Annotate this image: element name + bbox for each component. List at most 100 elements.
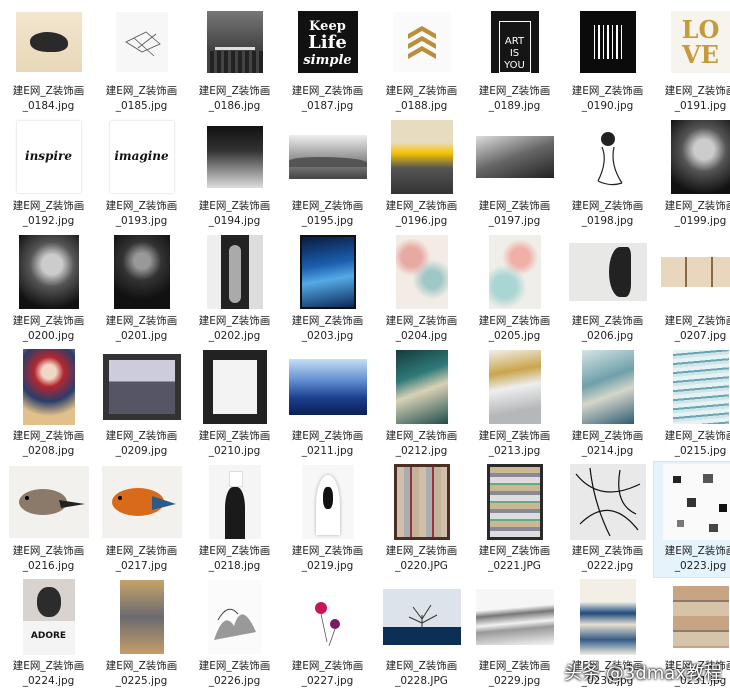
file-name-line2: _0229.jpg	[488, 675, 541, 687]
file-item[interactable]: 建E网_Z装饰画 _0204.jpg	[375, 232, 468, 347]
image-thumbnail[interactable]	[206, 235, 263, 309]
file-item[interactable]: 建E网_Z装饰画 _0212.jpg	[375, 347, 468, 462]
image-thumbnail[interactable]	[660, 257, 730, 287]
image-thumbnail[interactable]	[102, 354, 181, 420]
file-item[interactable]: 建E网_Z装饰画 _0222.jpg	[561, 462, 654, 577]
file-item[interactable]: 建E网_Z装饰画 _0197.jpg	[468, 117, 561, 232]
image-thumbnail[interactable]	[15, 12, 82, 72]
file-item[interactable]: 建E网_Z装饰画 _0225.jpg	[95, 577, 188, 689]
image-thumbnail[interactable]	[390, 120, 453, 194]
image-thumbnail[interactable]	[672, 350, 729, 424]
file-item[interactable]: 建E网_Z装饰画 _0215.jpg	[654, 347, 730, 462]
file-item[interactable]: 建E网_Z装饰画 _0217.jpg	[95, 462, 188, 577]
file-item[interactable]: 建E网_Z装饰画 _0190.jpg	[561, 2, 654, 117]
image-thumbnail[interactable]: LO VE	[670, 11, 730, 73]
file-item[interactable]: ART IS YOU 建E网_Z装饰画 _0189.jpg	[468, 2, 561, 117]
image-thumbnail[interactable]	[300, 580, 355, 654]
file-item[interactable]: 建E网_Z装饰画 _0214.jpg	[561, 347, 654, 462]
file-item[interactable]: 建E网_Z装饰画 _0230.jpg	[561, 577, 654, 689]
image-thumbnail[interactable]	[569, 464, 646, 540]
file-item[interactable]: 建E网_Z装饰画 _0207.jpg	[654, 232, 730, 347]
file-item[interactable]: 建E网_Z装饰画 _0208.jpg	[2, 347, 95, 462]
file-name-line2: _0228.JPG	[395, 675, 448, 687]
file-item[interactable]: 建E网_Z装饰画 _0202.jpg	[188, 232, 281, 347]
file-item[interactable]: 建E网_Z装饰画 _0186.jpg	[188, 2, 281, 117]
image-thumbnail[interactable]	[486, 464, 543, 540]
file-item[interactable]: 建E网_Z装饰画 _0227.jpg	[281, 577, 374, 689]
file-item[interactable]: 建E网_Z装饰画 _0218.jpg	[188, 462, 281, 577]
image-thumbnail[interactable]	[101, 466, 182, 538]
file-item[interactable]: 建E网_Z装饰画 _0211.jpg	[281, 347, 374, 462]
file-item[interactable]: 建E网_Z装饰画 _0194.jpg	[188, 117, 281, 232]
image-thumbnail[interactable]	[579, 11, 636, 73]
file-item[interactable]: 建E网_Z装饰画 _0209.jpg	[95, 347, 188, 462]
image-thumbnail[interactable]	[113, 235, 170, 309]
image-thumbnail[interactable]	[670, 120, 730, 194]
file-item[interactable]: Keep Life simple 建E网_Z装饰画 _0187.jpg	[281, 2, 374, 117]
file-item[interactable]: 建E网_Z装饰画 _0223.jpg	[653, 461, 730, 578]
image-thumbnail[interactable]	[392, 12, 451, 72]
image-thumbnail[interactable]	[22, 349, 75, 425]
file-item[interactable]: 建E网_Z装饰画 _0196.jpg	[375, 117, 468, 232]
file-item[interactable]: 建E网_Z装饰画 _0226.jpg	[188, 577, 281, 689]
file-item[interactable]: 建E网_Z装饰画 _0220.JPG	[375, 462, 468, 577]
image-thumbnail[interactable]	[662, 464, 730, 540]
image-thumbnail[interactable]	[115, 12, 168, 72]
image-thumbnail[interactable]	[393, 464, 450, 540]
file-item[interactable]: ADORE 建E网_Z装饰画 _0224.jpg	[2, 577, 95, 689]
image-thumbnail[interactable]	[568, 243, 647, 301]
image-thumbnail[interactable]: Keep Life simple	[297, 11, 358, 73]
file-item[interactable]: 建E网_Z装饰画 _0210.jpg	[188, 347, 281, 462]
file-item[interactable]: 建E网_Z装饰画 _0188.jpg	[375, 2, 468, 117]
file-item[interactable]: LO VE 建E网_Z装饰画 _0191.jpg	[654, 2, 730, 117]
image-thumbnail[interactable]	[18, 235, 79, 309]
image-thumbnail[interactable]	[579, 121, 636, 193]
file-name-line1: 建E网_Z装饰画	[12, 200, 85, 212]
file-item[interactable]: 建E网_Z装饰画 _0228.JPG	[375, 577, 468, 689]
image-thumbnail[interactable]	[119, 580, 164, 654]
file-name-line2: _0216.jpg	[22, 560, 75, 572]
file-item[interactable]: imagine 建E网_Z装饰画 _0193.jpg	[95, 117, 188, 232]
image-thumbnail[interactable]	[395, 350, 448, 424]
file-item[interactable]: 建E网_Z装饰画 _0203.jpg	[281, 232, 374, 347]
file-item[interactable]: 建E网_Z装饰画 _0216.jpg	[2, 462, 95, 577]
file-item[interactable]: 建E网_Z装饰画 _0198.jpg	[561, 117, 654, 232]
file-item[interactable]: 建E网_Z装饰画 _0185.jpg	[95, 2, 188, 117]
image-thumbnail[interactable]	[288, 135, 367, 179]
file-item[interactable]: 建E网_Z装饰画 _0205.jpg	[468, 232, 561, 347]
image-thumbnail[interactable]	[208, 465, 261, 539]
image-thumbnail[interactable]	[206, 11, 263, 73]
image-thumbnail[interactable]	[672, 586, 729, 648]
file-item[interactable]: 建E网_Z装饰画 _0199.jpg	[654, 117, 730, 232]
image-thumbnail[interactable]	[488, 350, 541, 424]
file-item[interactable]: 建E网_Z装饰画 _0201.jpg	[95, 232, 188, 347]
image-thumbnail[interactable]	[475, 589, 554, 645]
file-item[interactable]: 建E网_Z装饰画 _0231.jpg	[654, 577, 730, 689]
file-item[interactable]: 建E网_Z装饰画 _0219.jpg	[281, 462, 374, 577]
image-thumbnail[interactable]	[8, 466, 89, 538]
image-thumbnail[interactable]	[202, 350, 267, 424]
image-thumbnail[interactable]: imagine	[109, 121, 174, 193]
image-thumbnail[interactable]: ADORE	[22, 579, 75, 655]
image-thumbnail[interactable]	[206, 126, 263, 188]
file-item[interactable]: 建E网_Z装饰画 _0184.jpg	[2, 2, 95, 117]
file-item[interactable]: inspire 建E网_Z装饰画 _0192.jpg	[2, 117, 95, 232]
image-thumbnail[interactable]	[299, 235, 356, 309]
image-thumbnail[interactable]	[288, 359, 367, 415]
image-thumbnail[interactable]	[395, 235, 448, 309]
file-item[interactable]: 建E网_Z装饰画 _0195.jpg	[281, 117, 374, 232]
image-thumbnail[interactable]	[488, 235, 541, 309]
image-thumbnail[interactable]: inspire	[16, 121, 81, 193]
image-thumbnail[interactable]	[301, 465, 354, 539]
image-thumbnail[interactable]	[382, 589, 461, 645]
image-thumbnail[interactable]	[579, 579, 636, 655]
file-item[interactable]: 建E网_Z装饰画 _0206.jpg	[561, 232, 654, 347]
image-thumbnail[interactable]: ART IS YOU	[490, 11, 539, 73]
image-thumbnail[interactable]	[475, 136, 554, 178]
file-item[interactable]: 建E网_Z装饰画 _0200.jpg	[2, 232, 95, 347]
file-item[interactable]: 建E网_Z装饰画 _0221.JPG	[468, 462, 561, 577]
file-item[interactable]: 建E网_Z装饰画 _0229.jpg	[468, 577, 561, 689]
image-thumbnail[interactable]	[581, 350, 634, 424]
file-item[interactable]: 建E网_Z装饰画 _0213.jpg	[468, 347, 561, 462]
image-thumbnail[interactable]	[207, 580, 262, 654]
